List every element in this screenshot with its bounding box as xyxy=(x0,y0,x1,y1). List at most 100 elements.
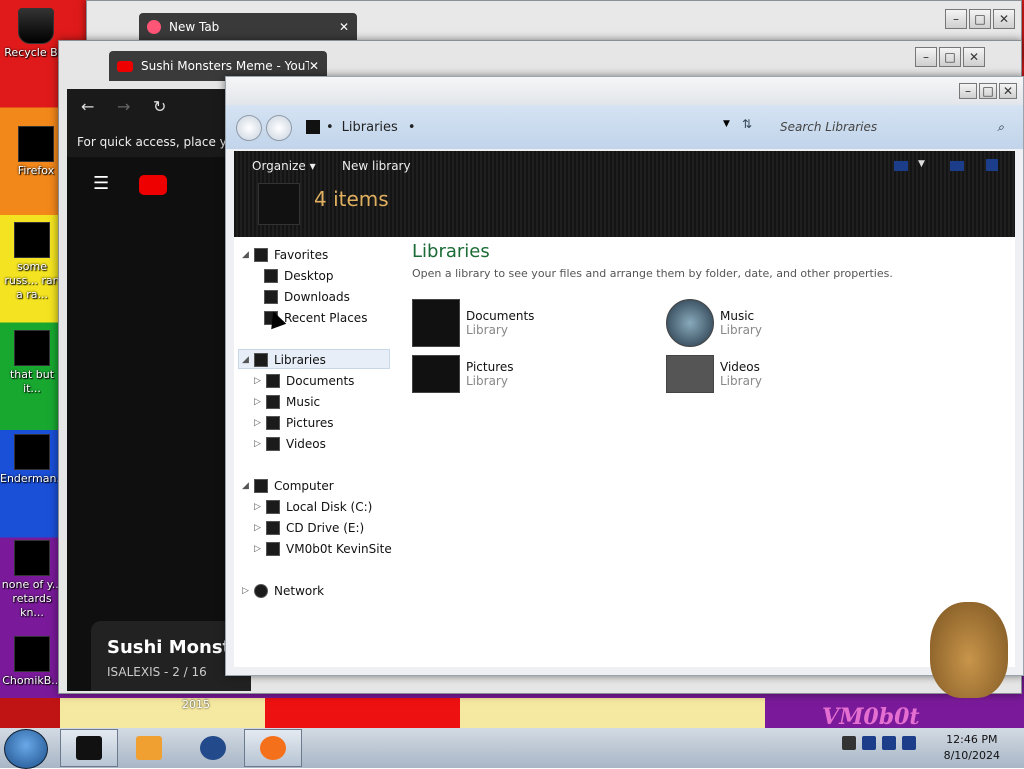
minimize-button[interactable]: – xyxy=(959,83,977,99)
videos-icon xyxy=(266,437,280,451)
window-controls: – □ ✕ xyxy=(915,47,985,67)
volume-tray-icon[interactable] xyxy=(902,736,916,750)
network-tray-icon[interactable] xyxy=(862,736,876,750)
desktop-icon-enderman[interactable]: Enderman... xyxy=(0,434,67,486)
documents-icon xyxy=(266,374,280,388)
network-icon xyxy=(254,584,268,598)
recycle-bin-icon xyxy=(18,8,54,44)
expand-arrow-icon[interactable]: ▷ xyxy=(254,544,264,554)
explorer-icon xyxy=(76,736,102,760)
explorer-window[interactable]: – □ ✕ • Libraries • ▼ ⇅ Search Libraries… xyxy=(225,76,1024,676)
search-icon[interactable]: ⌕ xyxy=(997,120,1004,135)
explorer-titlebar[interactable]: – □ ✕ xyxy=(226,77,1023,105)
computer-icon xyxy=(254,479,268,493)
content-pane: Libraries Open a library to see your fil… xyxy=(404,237,1004,667)
firefox-icon xyxy=(147,20,161,34)
nav-pictures[interactable]: ▷ Pictures xyxy=(254,413,334,433)
taskbar-globe[interactable] xyxy=(184,729,242,767)
start-button[interactable] xyxy=(4,729,48,769)
expand-arrow-icon[interactable]: ▷ xyxy=(254,397,264,407)
libraries-icon xyxy=(254,353,268,367)
organize-button[interactable]: Organize ▾ xyxy=(252,159,316,173)
preview-pane-icon[interactable] xyxy=(950,161,964,171)
help-icon[interactable] xyxy=(986,159,998,171)
drive-icon xyxy=(266,500,280,514)
maximize-button[interactable]: □ xyxy=(939,47,961,67)
close-button[interactable]: ✕ xyxy=(963,47,985,67)
close-icon[interactable]: ✕ xyxy=(309,59,319,73)
desktop-icon-label: some russ... ran a ra... xyxy=(4,260,60,301)
library-music[interactable]: Music Library xyxy=(666,299,762,347)
breadcrumb-separator: • xyxy=(407,119,416,135)
file-icon xyxy=(14,540,50,576)
library-pictures[interactable]: Pictures Library xyxy=(412,355,514,393)
clock[interactable]: 12:46 PM 8/10/2024 xyxy=(944,732,1000,764)
youtube-icon xyxy=(117,60,133,72)
back-icon[interactable]: ← xyxy=(81,97,94,116)
search-input[interactable]: Search Libraries ⌕ xyxy=(772,115,1012,139)
chevron-down-icon[interactable]: ▼ xyxy=(918,159,925,169)
expand-arrow-icon[interactable]: ▷ xyxy=(254,523,264,533)
view-options-icon[interactable] xyxy=(894,161,908,171)
minimize-button[interactable]: – xyxy=(945,9,967,29)
minimize-button[interactable]: – xyxy=(915,47,937,67)
page-title: Libraries xyxy=(412,241,490,262)
page-subtitle: Open a library to see your files and arr… xyxy=(412,267,893,280)
nav-favorites[interactable]: ◢ Favorites xyxy=(242,245,328,265)
desktop-icon-that[interactable]: that but it... xyxy=(0,330,64,396)
forward-icon[interactable]: → xyxy=(117,97,130,116)
clock-date: 8/10/2024 xyxy=(943,749,1000,762)
nav-music[interactable]: ▷ Music xyxy=(254,392,320,412)
new-library-button[interactable]: New library xyxy=(342,159,411,173)
tray-arrow-icon[interactable] xyxy=(842,736,856,750)
breadcrumb-libraries[interactable]: Libraries xyxy=(342,120,398,135)
close-button[interactable]: ✕ xyxy=(999,83,1017,99)
nav-network[interactable]: ▷ Network xyxy=(242,581,324,601)
chevron-down-icon[interactable]: ▼ xyxy=(723,119,730,129)
nav-videos[interactable]: ▷ Videos xyxy=(254,434,326,454)
nav-computer[interactable]: ◢ Computer xyxy=(242,476,334,496)
youtube-logo[interactable] xyxy=(139,175,167,195)
taskbar-media-player[interactable] xyxy=(120,729,178,767)
maximize-button[interactable]: □ xyxy=(969,9,991,29)
videos-icon xyxy=(666,355,714,393)
close-icon[interactable]: ✕ xyxy=(339,20,349,34)
expand-arrow-icon[interactable]: ▷ xyxy=(254,502,264,512)
hamster-gadget[interactable] xyxy=(930,602,1008,698)
reload-icon[interactable]: ↻ xyxy=(153,97,166,116)
expand-arrow-icon[interactable]: ◢ xyxy=(242,355,252,365)
nav-documents[interactable]: ▷ Documents xyxy=(254,371,354,391)
refresh-icon[interactable]: ⇅ xyxy=(742,117,752,131)
library-videos[interactable]: Videos Library xyxy=(666,355,762,393)
expand-arrow-icon[interactable]: ◢ xyxy=(242,250,252,260)
desktop-icon-russ[interactable]: some russ... ran a ra... xyxy=(0,222,64,302)
nav-cd-drive[interactable]: ▷ CD Drive (E:) xyxy=(254,518,364,538)
maximize-button[interactable]: □ xyxy=(979,83,997,99)
display-tray-icon[interactable] xyxy=(882,736,896,750)
back-button[interactable] xyxy=(236,115,262,141)
desktop-icon-none-of[interactable]: none of y... retards kn... xyxy=(0,540,64,620)
expand-arrow-icon[interactable]: ▷ xyxy=(254,439,264,449)
nav-vm-site[interactable]: ▷ VM0b0t KevinSite xyxy=(254,539,392,559)
channel-info: ISALEXIS - 2 / 16 xyxy=(107,665,207,679)
taskbar-explorer[interactable] xyxy=(60,729,118,767)
desktop-icon-chomik[interactable]: ChomikB... xyxy=(0,636,64,688)
expand-arrow-icon[interactable]: ◢ xyxy=(242,481,252,491)
nav-libraries[interactable]: ◢ Libraries xyxy=(242,350,326,370)
menu-icon[interactable]: ☰ xyxy=(93,173,109,194)
nav-downloads[interactable]: Downloads xyxy=(264,287,350,307)
navigation-pane: ◢ Favorites Desktop Downloads Recent Plac… xyxy=(234,237,394,667)
expand-arrow-icon[interactable]: ▷ xyxy=(254,376,264,386)
close-button[interactable]: ✕ xyxy=(993,9,1015,29)
nav-desktop[interactable]: Desktop xyxy=(264,266,334,286)
expand-arrow-icon[interactable]: ▷ xyxy=(242,586,252,596)
desktop-icon-label: Enderman... xyxy=(0,472,67,485)
library-name: Music xyxy=(720,309,755,323)
taskbar-firefox[interactable] xyxy=(244,729,302,767)
tab-new-tab[interactable]: New Tab ✕ xyxy=(139,13,357,41)
forward-button[interactable] xyxy=(266,115,292,141)
library-documents[interactable]: Documents Library xyxy=(412,299,534,347)
expand-arrow-icon[interactable]: ▷ xyxy=(254,418,264,428)
address-box[interactable]: • Libraries • xyxy=(306,115,716,139)
nav-local-disk[interactable]: ▷ Local Disk (C:) xyxy=(254,497,372,517)
